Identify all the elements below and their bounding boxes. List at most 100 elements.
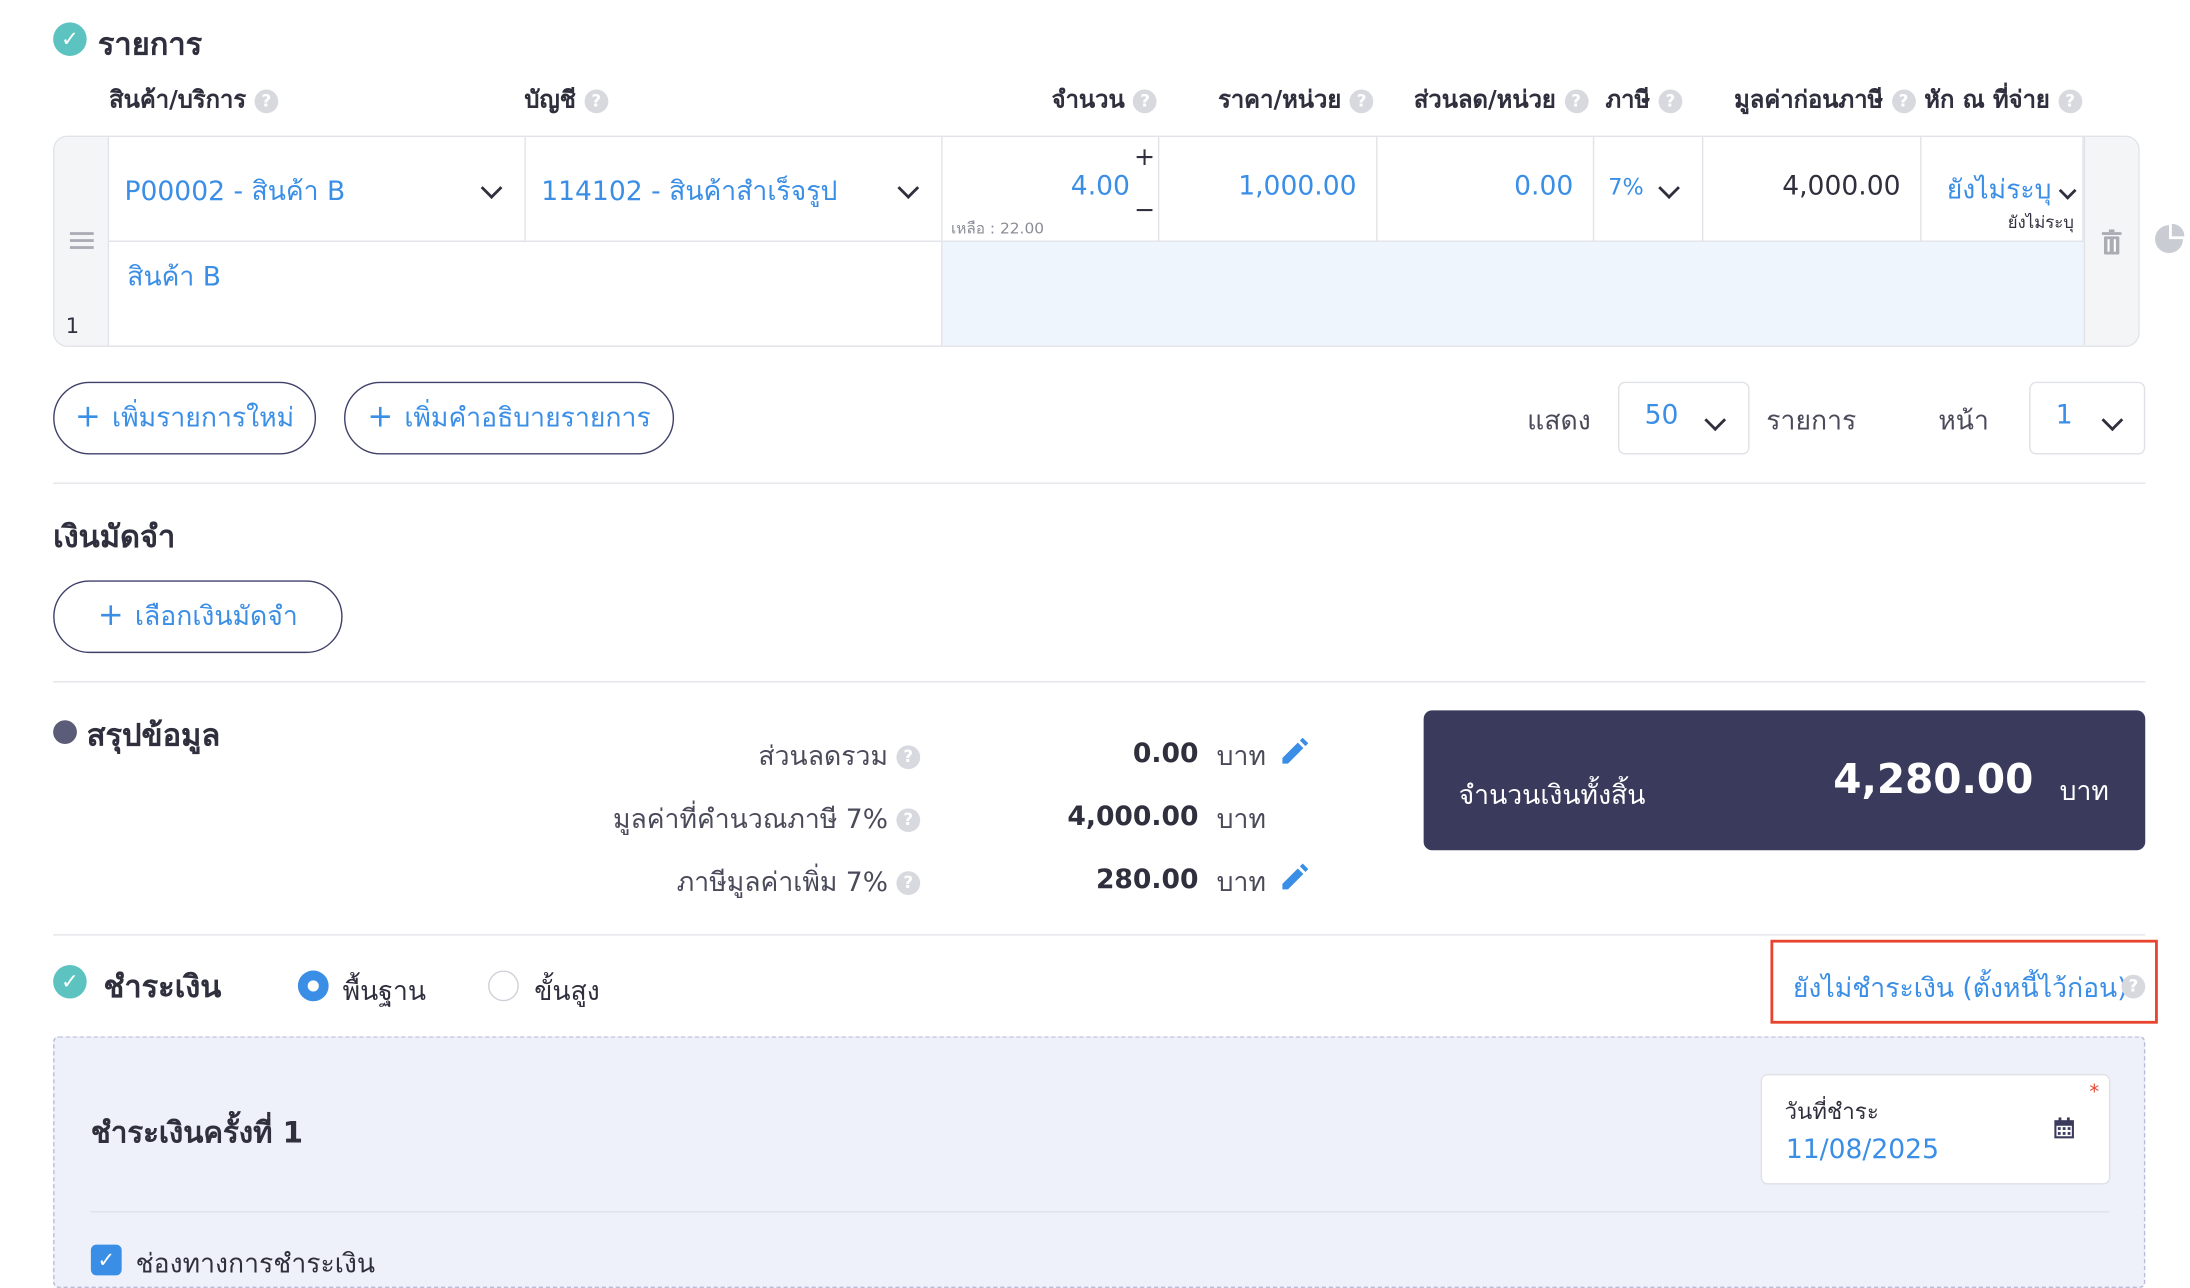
installment-panel: ชำระเงินครั้งที่ 1 วันที่ชำระ * 11/08/20… [53,1036,2146,1288]
page-label: หน้า [1938,405,1989,437]
radio-basic-label[interactable]: พื้นฐาน [343,971,426,1013]
withholding-sub: ยังไม่ระบุ [2007,212,2074,233]
summary-title: สรุปข้อมูล [86,718,221,754]
col-label: จำนวน [1051,86,1125,115]
qty-increment-button[interactable]: + [1134,143,1155,172]
divider [53,681,2146,683]
chevron-down-icon [2101,407,2124,434]
help-icon[interactable]: ? [1891,88,1916,113]
description-extra-area [942,241,2084,346]
chevron-down-icon [2058,176,2077,203]
tax-value: 7% [1608,173,1644,200]
grand-total-panel: จำนวนเงินทั้งสิ้น 4,280.00 บาท [1423,710,2146,851]
col-price-header: ราคา/หน่วย? [1218,81,1374,119]
price-field[interactable]: 1,000.00 [1159,137,1378,242]
payment-channel-checkbox[interactable]: ✓ [90,1244,122,1276]
col-label: ภาษี [1605,86,1651,115]
grand-total-value: 4,280.00 [1833,755,2034,803]
drag-handle-icon[interactable] [69,232,94,235]
summary-bullet-icon [53,720,77,744]
chevron-down-icon [480,175,503,202]
radio-advanced-label[interactable]: ขั้นสูง [534,971,600,1013]
unpaid-link[interactable]: ยังไม่ชำระเงิน (ตั้งหนี้ไว้ก่อน) [1793,968,2128,1010]
product-value: P00002 - สินค้า B [124,176,346,207]
help-icon[interactable]: ? [254,88,279,113]
quantity-value: 4.00 [1070,170,1130,202]
payment-title: ชำระเงิน [103,970,222,1006]
edit-pencil-icon[interactable] [1280,861,1311,892]
help-icon[interactable]: ? [1349,88,1374,113]
row-handle[interactable]: 1 [54,137,110,346]
radio-basic[interactable] [297,970,329,1002]
chevron-down-icon [1658,175,1680,202]
label-text: มูลค่าที่คำนวณภาษี 7% [612,804,888,835]
select-deposit-button[interactable]: + เลือกเงินมัดจำ [53,580,343,654]
help-icon[interactable]: ? [896,871,921,896]
quantity-field[interactable]: 4.00 เหลือ : 22.00 + − [942,137,1160,242]
taxable-amount-value: 4,000.00 [1067,801,1199,833]
col-label: ราคา/หน่วย [1218,86,1342,115]
payment-channel-label: ช่องทางการชำระเงิน [135,1248,376,1280]
label-text: ส่วนลดรวม [758,741,888,772]
radio-advanced[interactable] [488,970,519,1002]
help-icon[interactable]: ? [2121,974,2146,999]
page-select[interactable]: 1 [2029,381,2146,455]
account-value: 114102 - สินค้าสำเร็จรูป [541,176,838,207]
account-select[interactable]: 114102 - สินค้าสำเร็จรูป [525,137,943,242]
section-check-icon: ✓ [53,22,87,56]
col-label: มูลค่าก่อนภาษี [1734,86,1884,115]
discount-field[interactable]: 0.00 [1377,137,1595,242]
plus-icon: + [97,598,124,634]
help-icon[interactable]: ? [1133,88,1157,113]
col-label: บัญชี [524,86,576,115]
divider [53,934,2146,936]
col-tax-header: ภาษี? [1605,81,1683,119]
edit-pencil-icon[interactable] [1280,736,1311,767]
calendar-icon[interactable] [2053,1117,2075,1139]
help-icon[interactable]: ? [584,88,609,113]
row-index: 1 [65,313,80,339]
vat-value: 280.00 [1095,864,1199,896]
trash-icon[interactable] [2101,229,2123,255]
col-discount-header: ส่วนลด/หน่วย? [1414,81,1589,119]
payment-date-field[interactable]: วันที่ชำระ * 11/08/2025 [1760,1074,2111,1185]
required-mark: * [2089,1081,2100,1104]
chevron-down-icon [1704,407,1727,434]
help-icon[interactable]: ? [1658,88,1683,113]
col-product-header: สินค้า/บริการ? [109,81,279,119]
add-description-button[interactable]: + เพิ่มคำอธิบายรายการ [344,381,675,455]
help-icon[interactable]: ? [2058,88,2083,113]
divider [53,482,2146,484]
withholding-select[interactable]: ยังไม่ระบุ ยังไม่ระบุ [1921,137,2084,242]
items-label: รายการ [1766,405,1857,437]
withholding-value: ยังไม่ระบุ [1946,174,2052,206]
tax-select[interactable]: 7% [1594,137,1704,242]
page-value: 1 [2055,399,2073,431]
col-label: สินค้า/บริการ [109,86,247,115]
product-select[interactable]: P00002 - สินค้า B [109,137,526,242]
price-value: 1,000.00 [1238,170,1357,202]
add-item-button[interactable]: + เพิ่มรายการใหม่ [53,381,317,455]
description-field[interactable]: สินค้า B [109,241,943,346]
taxable-amount-unit: บาท [1216,804,1266,835]
vat-unit: บาท [1216,867,1266,898]
unpaid-highlight-box: ยังไม่ชำระเงิน (ตั้งหนี้ไว้ก่อน) ? [1770,939,2158,1024]
items-section-title: รายการ [97,27,203,63]
per-page-select[interactable]: 50 [1618,381,1750,455]
qty-decrement-button[interactable]: − [1134,196,1155,225]
add-description-label: เพิ่มคำอธิบายรายการ [404,402,651,434]
payment-date-label: วันที่ชำระ [1784,1097,1879,1125]
discount-total-value: 0.00 [1132,738,1199,770]
per-page-value: 50 [1644,399,1679,431]
deposit-title: เงินมัดจำ [53,520,176,556]
help-icon[interactable]: ? [1564,88,1589,113]
col-quantity-header: จำนวน? [1052,81,1157,119]
help-icon[interactable]: ? [896,808,921,833]
pie-chart-icon[interactable] [2154,223,2185,255]
help-icon[interactable]: ? [896,745,921,770]
grand-total-label: จำนวนเงินทั้งสิ้น [1458,780,1646,812]
add-item-label: เพิ่มรายการใหม่ [111,402,295,434]
chevron-down-icon [897,175,920,202]
payment-check-icon: ✓ [53,964,87,999]
remaining-stock: เหลือ : 22.00 [950,219,1045,238]
